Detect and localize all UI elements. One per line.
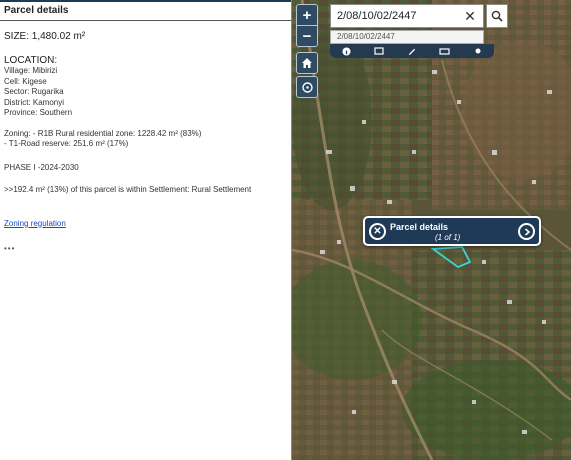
map-toolbar [330,44,494,58]
zoning-regulation-link[interactable]: Zoning regulation [4,219,287,228]
search-box: ✕ [330,4,484,28]
popup-close-button[interactable]: ✕ [369,223,386,240]
home-button[interactable] [296,52,318,74]
clear-search-button[interactable]: ✕ [459,5,481,27]
home-icon [302,58,312,68]
locate-icon [301,81,313,93]
popup-count: (1 of 1) [435,233,461,242]
location-province: Province: Southern [4,108,73,117]
zoning-block: Zoning: - R1B Rural residential zone: 12… [4,129,287,150]
satellite-map[interactable]: + − ✕ 2/08/10/02/2447 [292,0,571,460]
print-icon [439,48,450,55]
more-dots[interactable]: ••• [4,244,287,253]
search-icon [491,10,503,22]
chevron-right-icon [524,227,530,236]
layers-tool-button[interactable] [373,46,385,56]
parcel-details-popup: ✕ Parcel details (1 of 1) [363,216,541,246]
zoning-line-t1: - T1-Road reserve: 251.6 m² (17%) [4,139,129,148]
more-tool-button[interactable] [472,46,484,56]
parcel-details-panel: Parcel details SIZE: 1,480.02 m² LOCATIO… [0,0,291,460]
info-tool-button[interactable] [340,46,352,56]
edit-icon [409,48,416,55]
zoning-line-r1b: Zoning: - R1B Rural residential zone: 12… [4,128,202,138]
info-icon [342,46,351,56]
search-suggestion[interactable]: 2/08/10/02/2447 [330,30,484,44]
layers-icon [374,47,384,55]
close-icon: ✕ [464,7,476,24]
location-district: District: Kamonyi [4,97,65,107]
phase-label: PHASE I -2024-2030 [4,162,79,172]
popup-next-button[interactable] [518,223,535,240]
zoom-in-button[interactable]: + [296,4,318,26]
locate-button[interactable] [296,76,318,98]
location-sector: Sector: Rugarika [4,87,64,96]
location-heading: LOCATION: [4,55,58,66]
edit-tool-button[interactable] [406,46,418,56]
popup-title: Parcel details [390,222,449,232]
zoom-out-button[interactable]: − [296,25,318,47]
settlement-note: >>192.4 m² (13%) of this parcel is withi… [4,184,252,194]
print-tool-button[interactable] [439,46,451,56]
plus-icon: + [302,6,312,24]
close-icon: ✕ [373,226,382,237]
parcel-size: SIZE: 1,480.02 m² [4,31,86,42]
search-input[interactable] [331,10,459,22]
minus-icon: − [302,27,312,45]
more-icon [475,48,481,54]
search-button[interactable] [486,4,508,28]
location-village: Village: Mibirizi [4,66,58,75]
panel-title: Parcel details [0,2,291,21]
location-cell: Cell: Kigese [4,76,47,86]
